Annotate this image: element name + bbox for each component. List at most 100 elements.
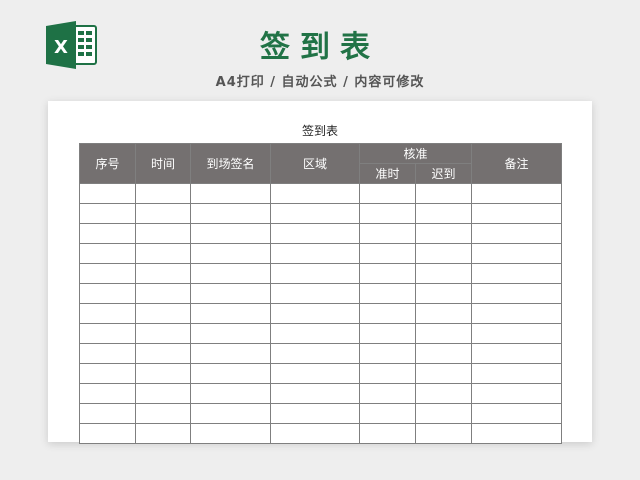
table-cell[interactable] (471, 203, 562, 224)
table-cell[interactable] (270, 283, 360, 304)
table-cell[interactable] (471, 243, 562, 264)
table-cell[interactable] (471, 323, 562, 344)
table-cell[interactable] (135, 243, 191, 264)
table-cell[interactable] (471, 363, 562, 384)
table-cell[interactable] (79, 343, 136, 364)
table-cell[interactable] (190, 323, 271, 344)
table-cell[interactable] (415, 363, 472, 384)
table-row (79, 223, 562, 244)
table-cell[interactable] (270, 403, 360, 424)
table-cell[interactable] (190, 423, 271, 444)
table-cell[interactable] (415, 403, 472, 424)
table-cell[interactable] (135, 223, 191, 244)
table-cell[interactable] (359, 263, 416, 284)
table-cell[interactable] (471, 403, 562, 424)
table-cell[interactable] (471, 343, 562, 364)
table-cell[interactable] (359, 363, 416, 384)
table-cell[interactable] (190, 363, 271, 384)
table-cell[interactable] (135, 423, 191, 444)
table-cell[interactable] (79, 403, 136, 424)
table-cell[interactable] (79, 423, 136, 444)
table-cell[interactable] (270, 423, 360, 444)
table-cell[interactable] (190, 283, 271, 304)
table-cell[interactable] (415, 283, 472, 304)
table-cell[interactable] (359, 343, 416, 364)
table-cell[interactable] (415, 383, 472, 404)
table-cell[interactable] (415, 423, 472, 444)
table-cell[interactable] (190, 343, 271, 364)
table-body (79, 183, 562, 444)
table-cell[interactable] (359, 283, 416, 304)
table-cell[interactable] (79, 383, 136, 404)
table-row (79, 283, 562, 304)
table-cell[interactable] (190, 263, 271, 284)
table-cell[interactable] (471, 223, 562, 244)
table-cell[interactable] (471, 183, 562, 204)
table-cell[interactable] (359, 303, 416, 324)
table-cell[interactable] (270, 343, 360, 364)
table-cell[interactable] (270, 323, 360, 344)
table-cell[interactable] (471, 383, 562, 404)
table-cell[interactable] (79, 183, 136, 204)
table-cell[interactable] (79, 223, 136, 244)
table-cell[interactable] (79, 283, 136, 304)
table-cell[interactable] (359, 323, 416, 344)
table-cell[interactable] (471, 423, 562, 444)
table-cell[interactable] (270, 223, 360, 244)
table-cell[interactable] (190, 303, 271, 324)
table-cell[interactable] (270, 263, 360, 284)
table-cell[interactable] (190, 383, 271, 404)
table-cell[interactable] (190, 183, 271, 204)
page-subtitle: A4打印 / 自动公式 / 内容可修改 (215, 75, 425, 90)
table-cell[interactable] (79, 303, 136, 324)
table-cell[interactable] (415, 203, 472, 224)
table-cell[interactable] (471, 263, 562, 284)
header-area: 区域 (270, 143, 360, 184)
table-cell[interactable] (135, 403, 191, 424)
table-cell[interactable] (359, 423, 416, 444)
table-cell[interactable] (135, 363, 191, 384)
table-cell[interactable] (415, 303, 472, 324)
table-cell[interactable] (79, 323, 136, 344)
table-cell[interactable] (415, 183, 472, 204)
table-row (79, 383, 562, 404)
table-cell[interactable] (359, 183, 416, 204)
table-cell[interactable] (270, 203, 360, 224)
table-cell[interactable] (415, 343, 472, 364)
table-cell[interactable] (79, 363, 136, 384)
table-cell[interactable] (135, 323, 191, 344)
table-cell[interactable] (270, 183, 360, 204)
table-cell[interactable] (190, 403, 271, 424)
table-cell[interactable] (135, 383, 191, 404)
table-cell[interactable] (79, 203, 136, 224)
table-cell[interactable] (270, 363, 360, 384)
table-cell[interactable] (471, 303, 562, 324)
table-cell[interactable] (190, 243, 271, 264)
table-cell[interactable] (359, 223, 416, 244)
table-row (79, 423, 562, 444)
table-cell[interactable] (270, 383, 360, 404)
table-cell[interactable] (270, 243, 360, 264)
table-cell[interactable] (359, 203, 416, 224)
table-cell[interactable] (415, 263, 472, 284)
table-cell[interactable] (415, 223, 472, 244)
table-cell[interactable] (135, 263, 191, 284)
table-cell[interactable] (135, 343, 191, 364)
table-cell[interactable] (79, 243, 136, 264)
table-row (79, 303, 562, 324)
table-cell[interactable] (359, 383, 416, 404)
table-cell[interactable] (135, 283, 191, 304)
table-cell[interactable] (359, 403, 416, 424)
header-late: 迟到 (415, 163, 472, 184)
table-cell[interactable] (190, 203, 271, 224)
table-cell[interactable] (190, 223, 271, 244)
table-cell[interactable] (415, 243, 472, 264)
table-cell[interactable] (79, 263, 136, 284)
table-cell[interactable] (135, 183, 191, 204)
table-cell[interactable] (135, 303, 191, 324)
table-cell[interactable] (471, 283, 562, 304)
table-cell[interactable] (415, 323, 472, 344)
table-cell[interactable] (270, 303, 360, 324)
table-cell[interactable] (135, 203, 191, 224)
table-cell[interactable] (359, 243, 416, 264)
